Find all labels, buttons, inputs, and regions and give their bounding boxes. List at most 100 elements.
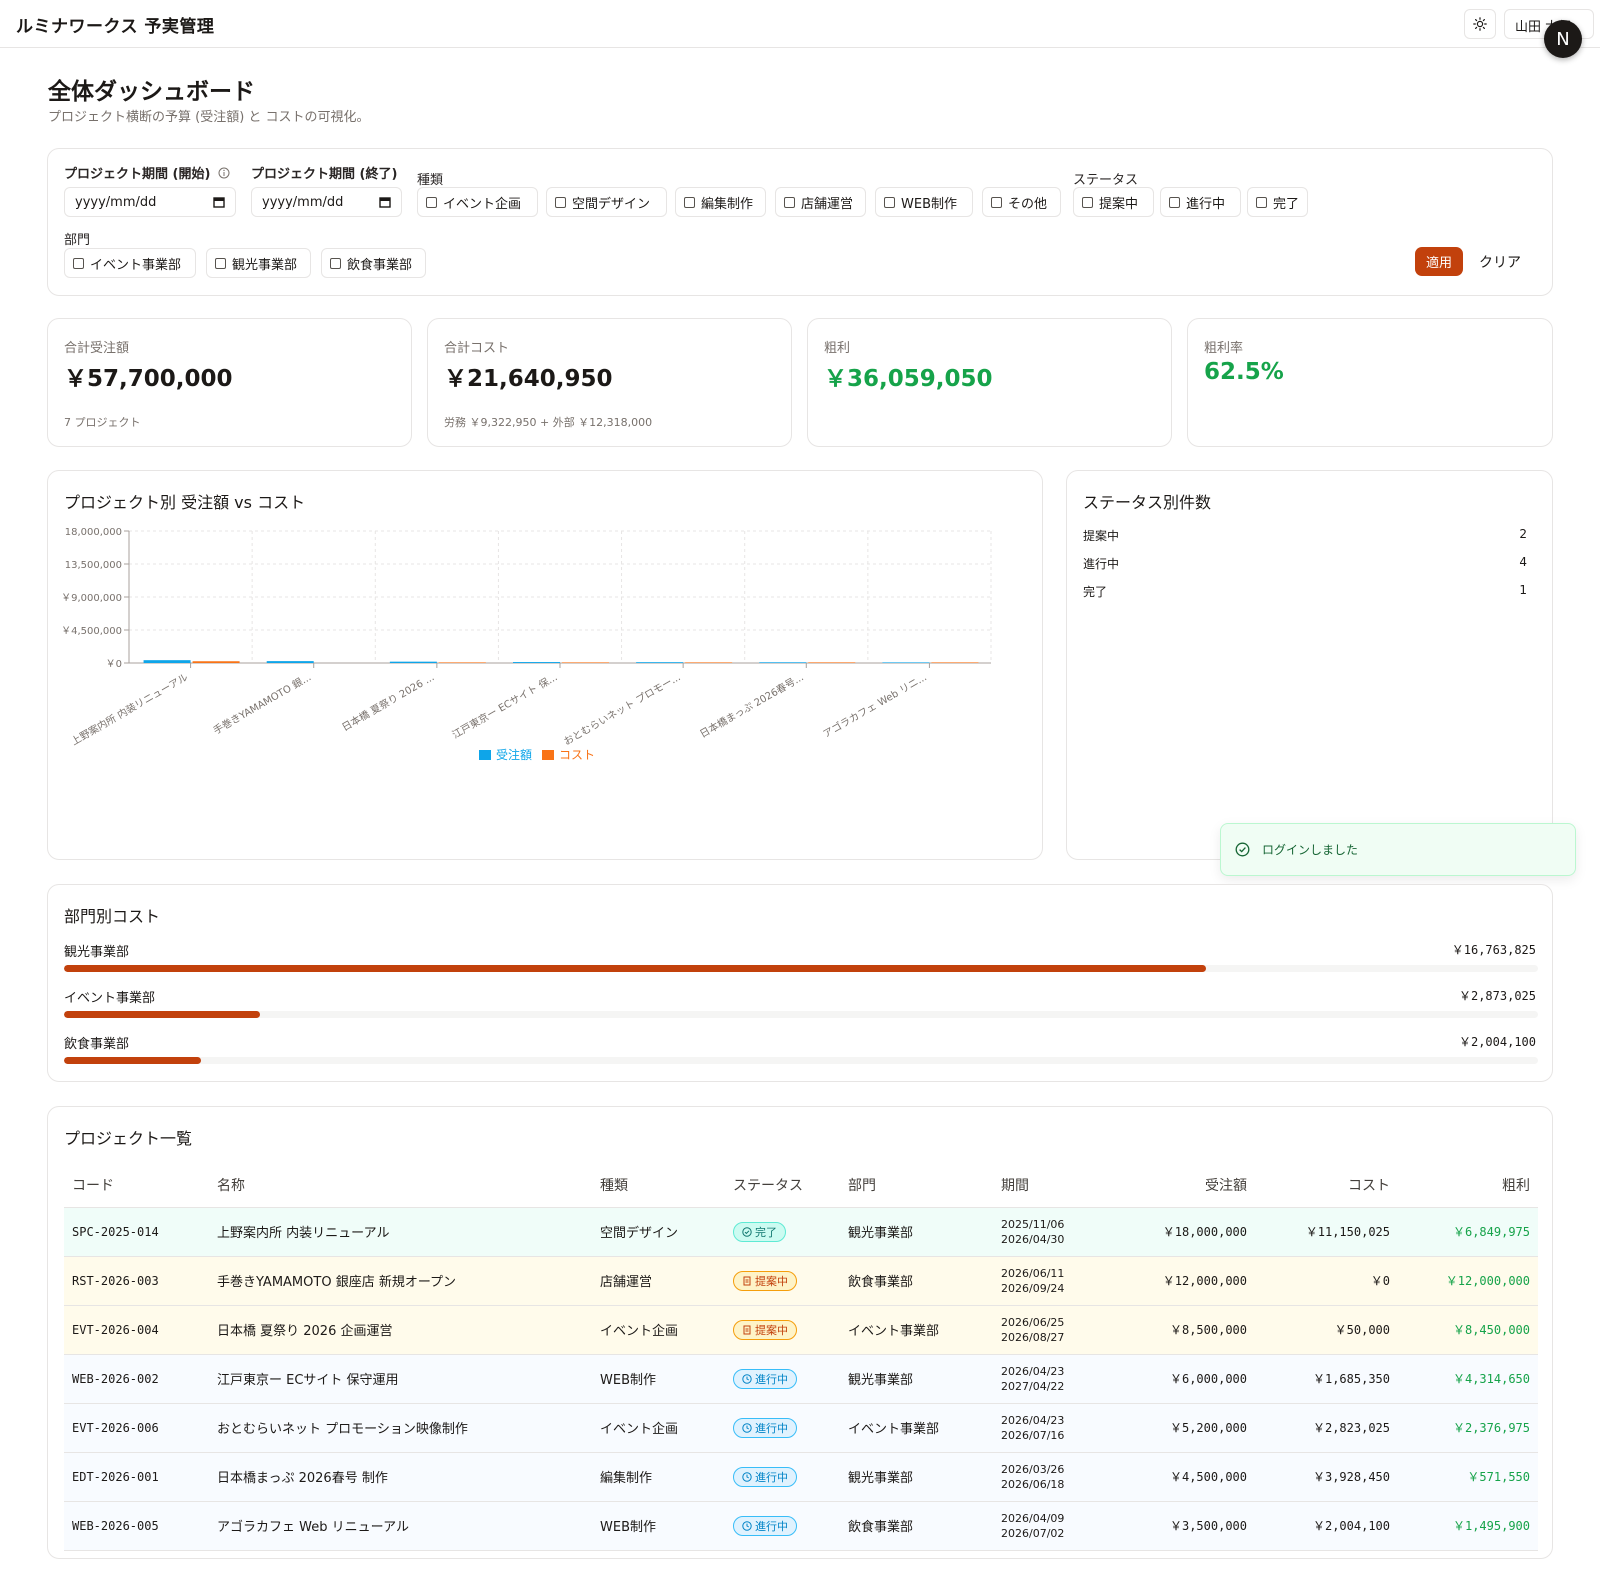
table-row[interactable]: RST-2026-003 手巻きYAMAMOTO 銀座店 新規オープン 店舗運営 提案… (64, 1256, 1538, 1306)
type-checkbox-editorial[interactable]: 編集制作 (675, 187, 766, 217)
period-end: 2026/07/02 (1001, 1526, 1065, 1540)
clear-button[interactable]: クリア (1470, 247, 1530, 276)
cell-period: 2026/06/25 2026/08/27 (993, 1305, 1112, 1355)
end-date-label: プロジェクト期間 (終了) (251, 167, 398, 182)
checkbox-box (884, 196, 895, 208)
type-checkbox-web[interactable]: WEB制作 (875, 187, 973, 217)
kpi-card-total-cost: 合計コスト ￥21,640,950 労務 ￥9,322,950 + 外部 ￥12… (427, 318, 792, 447)
cell-name[interactable]: 手巻きYAMAMOTO 銀座店 新規オープン (209, 1256, 592, 1306)
table-row[interactable]: EVT-2026-006 おとむらいネット プロモーション映像制作 イベント企画 進行… (64, 1403, 1538, 1453)
col-revenue[interactable]: 受注額 (1112, 1163, 1255, 1208)
avatar[interactable]: N (1544, 20, 1582, 58)
status-checkbox-proposal[interactable]: 提案中 (1073, 187, 1154, 217)
col-status[interactable]: ステータス (725, 1163, 840, 1208)
x-tick-label: 江戸東京ー ECサイト 保... (450, 670, 560, 741)
status-row-in-progress: 進行中 4 (1083, 555, 1527, 572)
cell-profit: ￥4,314,650 (1398, 1354, 1538, 1404)
start-date-input[interactable]: yyyy/mm/dd (64, 187, 236, 217)
cell-dept: イベント事業部 (840, 1305, 993, 1355)
theme-toggle-button[interactable] (1464, 9, 1496, 39)
cell-cost: ￥50,000 (1255, 1305, 1398, 1355)
cell-dept: 観光事業部 (840, 1207, 993, 1257)
cell-type: WEB制作 (592, 1501, 725, 1551)
checkbox-box (684, 196, 695, 208)
checkbox-box (1082, 196, 1093, 208)
kpi-label: 粗利 (824, 341, 851, 356)
y-tick-label: ￥9,000,000 (61, 593, 122, 604)
cell-name[interactable]: アゴラカフェ Web リニューアル (209, 1501, 592, 1551)
period-start: 2026/04/23 (1001, 1364, 1065, 1378)
clock-icon (742, 1471, 752, 1482)
dept-checkbox-tourism[interactable]: 観光事業部 (206, 248, 311, 278)
type-checkbox-store[interactable]: 店舗運営 (775, 187, 866, 217)
status-badge: 完了 (733, 1221, 786, 1242)
type-checkbox-space[interactable]: 空間デザイン (546, 187, 667, 217)
cell-name[interactable]: おとむらいネット プロモーション映像制作 (209, 1403, 592, 1453)
dept-label: 部門 (64, 233, 91, 248)
cell-period: 2025/11/06 2026/04/30 (993, 1207, 1112, 1257)
cell-profit: ￥1,495,900 (1398, 1501, 1538, 1551)
cell-code: WEB-2026-005 (64, 1501, 209, 1551)
project-table: コード 名称 種類 ステータス 部門 期間 受注額 コスト 粗利 SPC-202… (64, 1163, 1538, 1551)
period-end: 2027/04/22 (1001, 1379, 1065, 1393)
status-checkbox-in-progress[interactable]: 進行中 (1160, 187, 1241, 217)
checkbox-box (73, 257, 84, 269)
dept-name: 飲食事業部 (64, 1037, 130, 1052)
start-date-placeholder: yyyy/mm/dd (75, 194, 157, 210)
cell-cost: ￥0 (1255, 1256, 1398, 1306)
cell-name[interactable]: 日本橋まっぷ 2026春号 制作 (209, 1452, 592, 1502)
bar-revenue (266, 661, 314, 663)
period-end: 2026/08/27 (1001, 1330, 1065, 1344)
top-bar: ルミナワークス 予実管理 山田 太郎 (0, 0, 1600, 48)
cell-revenue: ￥18,000,000 (1112, 1207, 1255, 1257)
col-cost[interactable]: コスト (1255, 1163, 1398, 1208)
period-start: 2026/06/11 (1001, 1266, 1065, 1280)
dept-name: イベント事業部 (64, 991, 156, 1006)
cell-dept: イベント事業部 (840, 1403, 993, 1453)
col-name[interactable]: 名称 (209, 1163, 592, 1208)
checkbox-box (555, 196, 566, 208)
status-badge-label: 提案中 (755, 1323, 788, 1337)
table-row[interactable]: EVT-2026-004 日本橋 夏祭り 2026 企画運営 イベント企画 提案中 イベ… (64, 1305, 1538, 1355)
type-checkbox-other[interactable]: その他 (982, 187, 1061, 217)
cell-type: 店舗運営 (592, 1256, 725, 1306)
table-row[interactable]: SPC-2025-014 上野案内所 内装リニューアル 空間デザイン 完了 観光事業部 2… (64, 1207, 1538, 1257)
table-row[interactable]: WEB-2026-005 アゴラカフェ Web リニューアル WEB制作 進行中 飲食事… (64, 1501, 1538, 1551)
col-type[interactable]: 種類 (592, 1163, 725, 1208)
cell-revenue: ￥12,000,000 (1112, 1256, 1255, 1306)
checkbox-box (426, 196, 437, 208)
kpi-label: 合計受注額 (64, 341, 130, 356)
col-period[interactable]: 期間 (993, 1163, 1112, 1208)
dept-checkbox-food[interactable]: 飲食事業部 (321, 248, 426, 278)
apply-button[interactable]: 適用 (1415, 247, 1463, 276)
period-start: 2026/04/23 (1001, 1413, 1065, 1427)
app-title: ルミナワークス 予実管理 (16, 17, 215, 37)
col-code[interactable]: コード (64, 1163, 209, 1208)
status-checkbox-done[interactable]: 完了 (1247, 187, 1308, 217)
bar-cost (438, 662, 486, 663)
status-row-proposal: 提案中 2 (1083, 527, 1527, 544)
status-badge: 進行中 (733, 1368, 797, 1389)
cell-name[interactable]: 上野案内所 内装リニューアル (209, 1207, 592, 1257)
toast-message: ログインしました (1262, 843, 1359, 857)
cell-type: 空間デザイン (592, 1207, 725, 1257)
table-row[interactable]: EDT-2026-001 日本橋まっぷ 2026春号 制作 編集制作 進行中 観光事業部… (64, 1452, 1538, 1502)
sun-icon (1473, 17, 1487, 31)
table-row[interactable]: WEB-2026-002 江戸東京ー ECサイト 保守運用 WEB制作 進行中 観光事業… (64, 1354, 1538, 1404)
kpi-value: ￥57,700,000 (64, 366, 233, 392)
cell-name[interactable]: 日本橋 夏祭り 2026 企画運営 (209, 1305, 592, 1355)
col-profit[interactable]: 粗利 (1398, 1163, 1538, 1208)
status-label: ステータス (1073, 173, 1139, 188)
status-badge: 進行中 (733, 1417, 797, 1438)
cell-profit: ￥2,376,975 (1398, 1403, 1538, 1453)
type-checkbox-event[interactable]: イベント企画 (417, 187, 538, 217)
dept-checkbox-event[interactable]: イベント事業部 (64, 248, 196, 278)
period-end: 2026/07/16 (1001, 1428, 1065, 1442)
cell-name[interactable]: 江戸東京ー ECサイト 保守運用 (209, 1354, 592, 1404)
cell-revenue: ￥8,500,000 (1112, 1305, 1255, 1355)
end-date-input[interactable]: yyyy/mm/dd (251, 187, 402, 217)
period-end: 2026/09/24 (1001, 1281, 1065, 1295)
cell-dept: 観光事業部 (840, 1354, 993, 1404)
col-dept[interactable]: 部門 (840, 1163, 993, 1208)
clock-icon (742, 1422, 752, 1433)
